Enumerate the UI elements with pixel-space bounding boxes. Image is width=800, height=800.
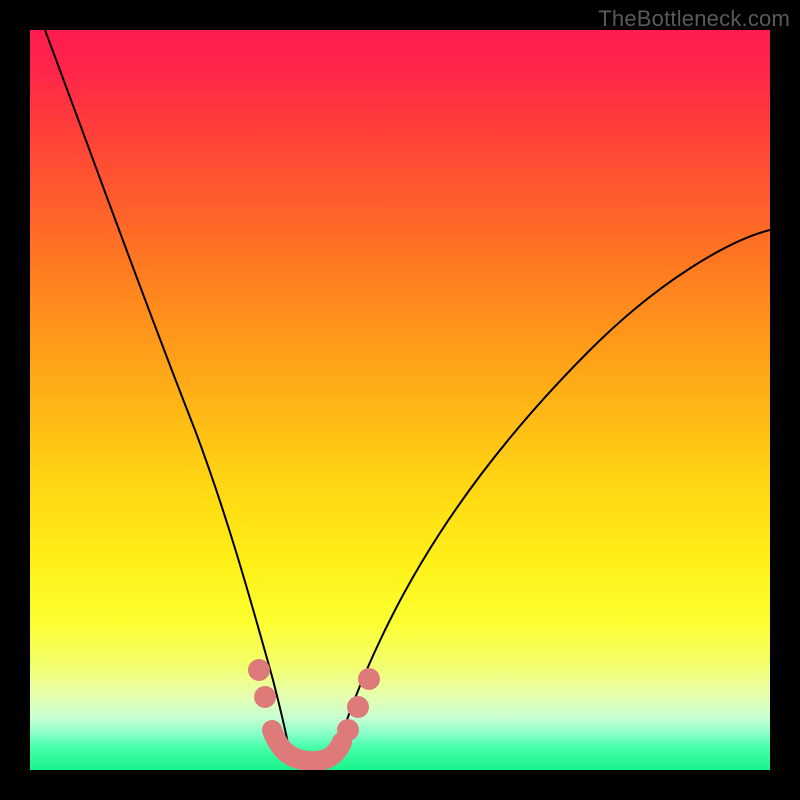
watermark-text: TheBottleneck.com bbox=[598, 6, 790, 32]
valley-trail bbox=[272, 730, 342, 761]
marker-bead bbox=[358, 668, 380, 690]
marker-bead bbox=[337, 719, 359, 741]
curve-layer bbox=[30, 30, 770, 770]
marker-bead bbox=[248, 659, 270, 681]
frame: TheBottleneck.com bbox=[0, 0, 800, 800]
marker-bead bbox=[254, 686, 276, 708]
right-curve bbox=[333, 230, 770, 765]
plot-area bbox=[30, 30, 770, 770]
left-curve bbox=[45, 30, 292, 765]
marker-bead bbox=[347, 696, 369, 718]
